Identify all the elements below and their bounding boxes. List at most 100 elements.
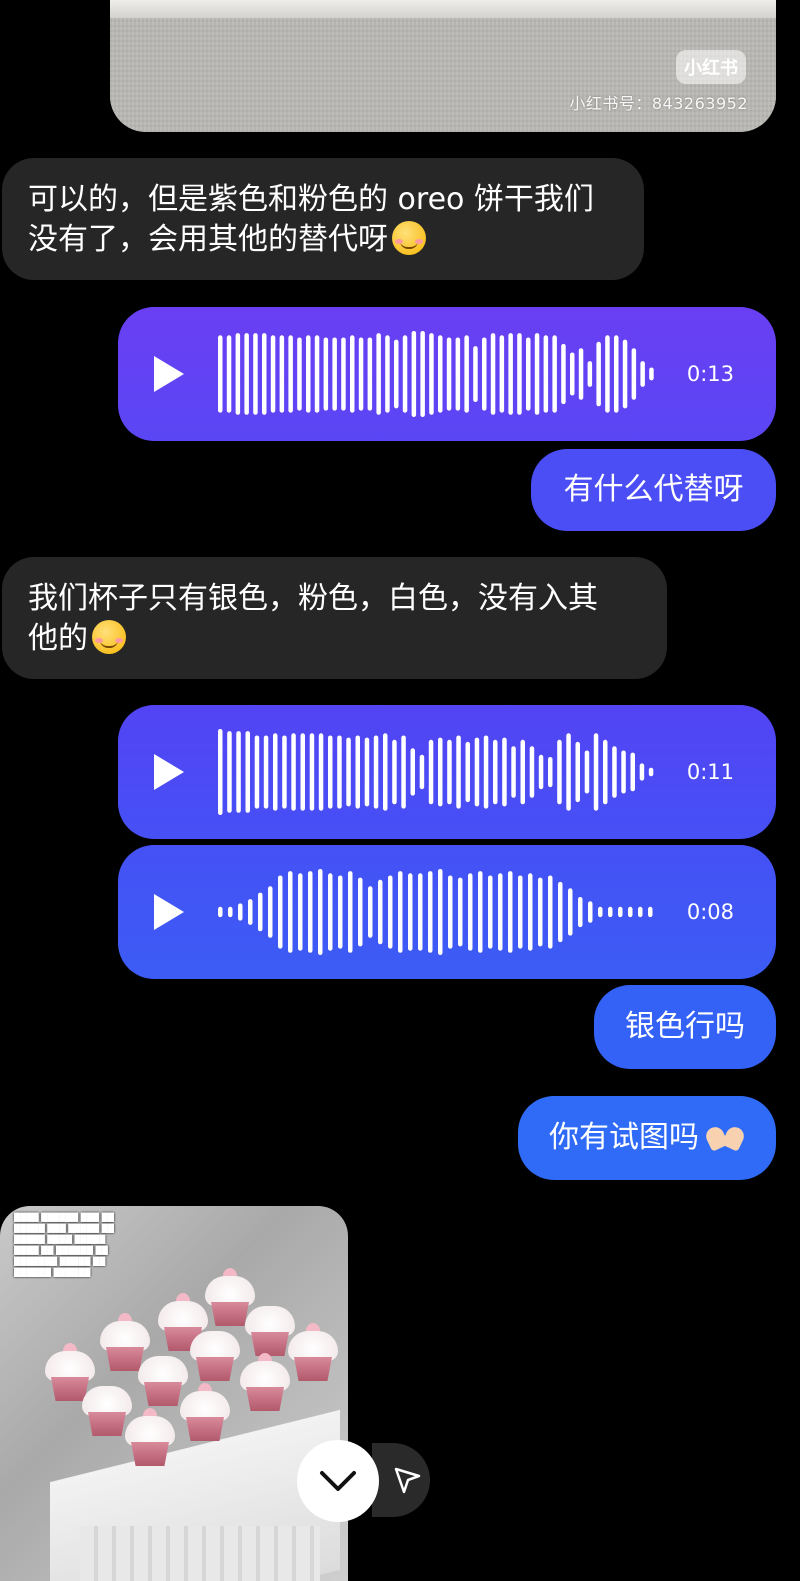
waveform-bar bbox=[323, 337, 329, 411]
waveform-bar bbox=[438, 869, 443, 955]
waveform-bar bbox=[394, 339, 399, 409]
waveform-bar bbox=[288, 871, 293, 953]
shared-photo-cupcakes[interactable]: ████ ██████ ███ ██ █████ ███ █████ ██ ████… bbox=[0, 1206, 348, 1581]
waveform-bar bbox=[649, 367, 654, 381]
waveform-bar bbox=[419, 754, 425, 790]
waveform-bar bbox=[482, 337, 487, 411]
voice-duration: 0:13 bbox=[686, 362, 734, 386]
waveform bbox=[218, 869, 653, 955]
waveform-bar bbox=[548, 875, 553, 949]
waveform-bar bbox=[358, 337, 364, 411]
waveform-bar bbox=[648, 906, 653, 918]
waveform-bar bbox=[341, 337, 346, 411]
waveform-bar bbox=[411, 331, 417, 417]
waveform-bar bbox=[376, 333, 381, 415]
share-button[interactable] bbox=[372, 1443, 430, 1517]
waveform-bar bbox=[529, 746, 535, 798]
waveform-bar bbox=[328, 873, 333, 951]
xiaohongshu-logo: 小红书 bbox=[676, 50, 746, 84]
heart-hands-emoji bbox=[705, 1123, 745, 1153]
waveform-bar bbox=[297, 337, 302, 411]
waveform-bar bbox=[622, 339, 628, 409]
waveform-bar bbox=[448, 875, 453, 949]
waveform-bar bbox=[438, 737, 443, 807]
waveform-bar bbox=[548, 757, 553, 788]
waveform-bar bbox=[566, 733, 571, 811]
waveform-bar bbox=[578, 348, 584, 400]
play-icon[interactable] bbox=[154, 894, 184, 930]
scroll-down-button[interactable] bbox=[297, 1440, 379, 1522]
waveform-bar bbox=[358, 877, 363, 947]
play-icon[interactable] bbox=[154, 754, 184, 790]
image-shelf bbox=[110, 0, 776, 18]
outgoing-message[interactable]: 你有试图吗 bbox=[518, 1096, 776, 1180]
voice-message[interactable]: 0:11 bbox=[118, 705, 776, 839]
waveform-bar bbox=[474, 737, 480, 807]
waveform-bar bbox=[227, 731, 232, 813]
waveform-bar bbox=[279, 335, 285, 413]
waveform-bar bbox=[575, 741, 580, 803]
waveform-bar bbox=[263, 735, 269, 809]
waveform-bar bbox=[638, 906, 643, 918]
waveform-bar bbox=[306, 335, 311, 413]
waveform-bar bbox=[499, 335, 505, 413]
photo-caption-overlay: ████ ██████ ███ ██ █████ ███ █████ ██ ████… bbox=[14, 1213, 114, 1277]
waveform-bar bbox=[458, 877, 463, 947]
waveform-bar bbox=[332, 337, 337, 411]
smiling-face-emoji bbox=[92, 620, 126, 654]
waveform-bar bbox=[517, 333, 522, 415]
waveform-bar bbox=[543, 335, 549, 413]
waveform-bar bbox=[630, 752, 635, 792]
waveform-bar bbox=[468, 873, 473, 951]
cupcake bbox=[125, 1408, 175, 1468]
message-text: 你有试图吗 bbox=[549, 1120, 699, 1155]
waveform-bar bbox=[401, 735, 406, 809]
waveform-bar bbox=[278, 875, 283, 949]
waveform-bar bbox=[490, 333, 496, 415]
waveform-bar bbox=[318, 869, 323, 955]
waveform-bar bbox=[593, 733, 599, 811]
waveform-bar bbox=[603, 739, 608, 805]
incoming-message[interactable]: 可以的，但是紫色和粉色的 oreo 饼干我们 没有了，会用其他的替代呀 bbox=[2, 158, 644, 280]
voice-message[interactable]: 0:13 bbox=[118, 307, 776, 441]
waveform-bar bbox=[218, 335, 223, 413]
waveform-bar bbox=[373, 735, 379, 809]
incoming-message[interactable]: 我们杯子只有银色，粉色，白色，没有入其 他的 bbox=[2, 557, 667, 679]
waveform-bar bbox=[612, 746, 617, 798]
waveform-bar bbox=[428, 739, 434, 805]
send-icon bbox=[394, 1467, 421, 1494]
waveform-bar bbox=[262, 333, 267, 415]
waveform-bar bbox=[446, 337, 452, 411]
waveform-bar bbox=[464, 335, 469, 413]
waveform-bar bbox=[552, 335, 557, 413]
waveform-bar bbox=[511, 746, 516, 798]
waveform-bar bbox=[648, 767, 654, 777]
waveform-bar bbox=[270, 335, 276, 413]
waveform-bar bbox=[608, 906, 613, 918]
outgoing-message[interactable]: 银色行吗 bbox=[594, 985, 776, 1069]
waveform-bar bbox=[605, 335, 610, 413]
voice-duration: 0:08 bbox=[686, 900, 734, 924]
waveform-bar bbox=[502, 737, 507, 807]
cupcake bbox=[180, 1383, 230, 1443]
waveform-bar bbox=[258, 892, 263, 932]
waveform-bar bbox=[300, 733, 305, 811]
outgoing-message[interactable]: 有什么代替呀 bbox=[531, 449, 776, 531]
voice-message[interactable]: 0:08 bbox=[118, 845, 776, 979]
waveform-bar bbox=[538, 754, 544, 790]
waveform-bar bbox=[268, 886, 273, 938]
voice-duration: 0:11 bbox=[686, 760, 734, 784]
waveform-bar bbox=[568, 888, 573, 936]
waveform-bar bbox=[348, 871, 353, 953]
shared-post-image[interactable]: 小红书 小红书号：843263952 bbox=[110, 0, 776, 132]
waveform-bar bbox=[588, 901, 593, 923]
waveform-bar bbox=[428, 871, 433, 953]
waveform-bar bbox=[218, 906, 223, 918]
waveform-bar bbox=[288, 335, 293, 413]
waveform-bar bbox=[557, 739, 562, 805]
play-icon[interactable] bbox=[154, 356, 184, 392]
message-text-line: 可以的，但是紫色和粉色的 oreo 饼干我们 bbox=[28, 182, 594, 217]
waveform-bar bbox=[508, 871, 513, 953]
waveform bbox=[218, 331, 654, 417]
waveform-bar bbox=[291, 733, 296, 811]
